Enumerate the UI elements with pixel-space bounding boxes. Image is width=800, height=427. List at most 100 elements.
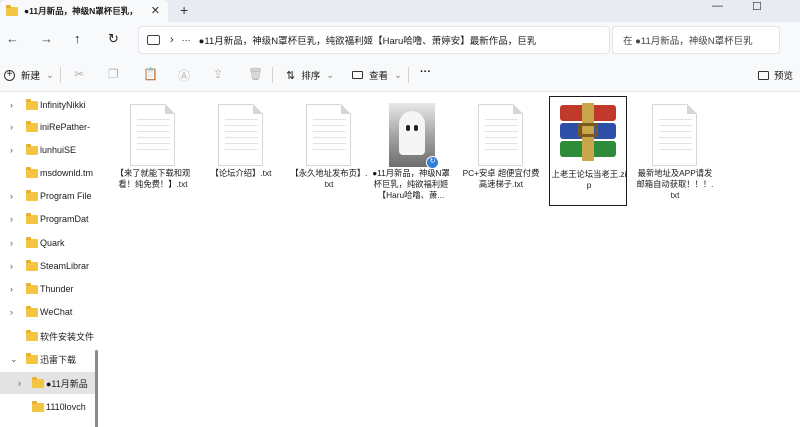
folder-icon (26, 143, 38, 155)
title-bar: ●11月新品，神级N罩杯巨乳， ✕ + — ☐ (0, 0, 800, 22)
more-options-button[interactable]: ··· (420, 66, 431, 78)
ghost-figure-icon (399, 111, 425, 155)
divider (408, 67, 409, 83)
folder-icon (26, 329, 38, 341)
sidebar-item-label: InfinityNikki (40, 100, 86, 110)
chevron-right-icon[interactable]: › (10, 261, 13, 271)
breadcrumb-more-button[interactable]: ··· (182, 35, 191, 45)
winrar-archive-icon (554, 101, 622, 161)
sidebar-item-label: Program File (40, 191, 92, 201)
new-tab-button[interactable]: + (180, 2, 188, 18)
tab-current-folder[interactable]: ●11月新品，神级N罩杯巨乳， ✕ (0, 0, 168, 22)
view-button[interactable]: 查看 ⌄ (352, 68, 402, 82)
file-item[interactable]: 【来了就能下载和观看！纯免费！】.txt (114, 96, 192, 206)
new-button[interactable]: + 新建 ⌄ (4, 68, 54, 82)
sidebar-item-current-folder[interactable]: › ●11月新品 (0, 372, 98, 394)
preview-pane-button[interactable]: 预览 (758, 68, 793, 82)
search-input[interactable]: 在 ●11月新品，神级N罩杯巨乳 (612, 26, 780, 54)
divider (60, 67, 61, 83)
chevron-right-icon[interactable]: › (10, 122, 13, 132)
breadcrumb-chevron-icon[interactable]: › (170, 34, 174, 46)
folder-icon (32, 376, 44, 388)
sidebar-item-programdata[interactable]: › ProgramDat (0, 208, 98, 230)
file-name: 【论坛介绍】.txt (210, 168, 272, 178)
file-item-selected[interactable]: 上老王论坛当老王.zip (549, 96, 627, 206)
chevron-right-icon[interactable]: › (10, 145, 13, 155)
rename-icon[interactable]: Ⓐ (178, 67, 190, 84)
file-name: 【来了就能下载和观看！纯免费！】.txt (115, 168, 191, 189)
chevron-down-icon: ⌄ (46, 69, 54, 81)
sidebar-item-label: 软件安装文件 (40, 331, 95, 342)
sort-label: 排序 (301, 71, 321, 82)
file-item[interactable]: PC+安卓 超便宜付费高速梯子.txt (462, 96, 540, 206)
sidebar-item-lunhuise[interactable]: › lunhuiSE (0, 139, 98, 161)
sidebar-item-label: lunhuiSE (40, 145, 77, 155)
tab-close-button[interactable]: ✕ (151, 4, 160, 17)
sidebar-item-label: msdownld.tm (40, 168, 94, 178)
preview-label: 预览 (774, 71, 794, 82)
back-button[interactable]: ← (6, 31, 19, 46)
chevron-right-icon[interactable]: › (10, 284, 13, 294)
maximize-button[interactable]: ☐ (752, 0, 762, 13)
sort-button[interactable]: ⇅ 排序 ⌄ (286, 68, 334, 83)
folder-icon (26, 282, 38, 294)
sidebar-item-label: Thunder (40, 284, 74, 294)
file-item[interactable]: 最新地址及APP请发邮箱自动获取！！！.txt (636, 96, 714, 206)
chevron-right-icon[interactable]: › (18, 378, 21, 388)
chevron-right-icon[interactable]: › (10, 214, 13, 224)
sidebar-item-thunder[interactable]: › Thunder (0, 278, 98, 300)
tab-title: ●11月新品，神级N罩杯巨乳， (24, 6, 138, 16)
sidebar-item-program-files[interactable]: › Program File (0, 185, 98, 207)
chevron-right-icon[interactable]: › (10, 238, 13, 248)
file-name: 上老王论坛当老王.zip (551, 169, 627, 190)
folder-icon (26, 166, 38, 178)
sort-icon: ⇅ (286, 69, 296, 82)
folder-icon (26, 259, 38, 271)
computer-icon (147, 35, 160, 45)
sidebar-item-wechat[interactable]: › WeChat (0, 301, 98, 323)
view-label: 查看 (369, 71, 389, 82)
chevron-right-icon[interactable]: › (10, 307, 13, 317)
sidebar-item-1110lovch[interactable]: 1110lovch (0, 396, 98, 418)
minimize-button[interactable]: — (712, 0, 723, 12)
chevron-right-icon[interactable]: › (10, 100, 13, 110)
sidebar-item-infinitynikki[interactable]: › InfinityNikki (0, 94, 98, 116)
folder-icon (26, 120, 38, 132)
sidebar-item-label: ●11月新品 (46, 378, 88, 389)
sidebar-item-inirepather[interactable]: › iniRePather- (0, 116, 98, 138)
refresh-button[interactable]: ↻ (108, 31, 119, 47)
file-list: 【来了就能下载和观看！纯免费！】.txt 【论坛介绍】.txt 【永久地址发布页… (100, 92, 800, 427)
sidebar-scrollbar[interactable] (95, 350, 98, 427)
share-icon[interactable]: ⇪ (213, 67, 223, 81)
sidebar-item-label: Quark (40, 238, 65, 248)
sidebar-item-label: WeChat (40, 307, 73, 317)
paste-icon[interactable]: 📋 (143, 67, 158, 81)
file-item[interactable]: 【论坛介绍】.txt (202, 96, 280, 206)
folder-thumbnail-image: ↻ (389, 103, 439, 169)
file-name: PC+安卓 超便宜付费高速梯子.txt (462, 168, 540, 189)
forward-button[interactable]: → (40, 31, 53, 46)
sidebar-item-steamlibrary[interactable]: › SteamLibrar (0, 255, 98, 277)
sidebar-item-xunlei-download[interactable]: ⌄ 迅雷下载 (0, 348, 98, 370)
sidebar-item-label: 1110lovch (46, 402, 86, 412)
address-bar[interactable]: › ··· ●11月新品，神级N罩杯巨乳，纯欲福利姬【Haru哈噜、萧婷安】最新… (138, 26, 610, 54)
sidebar-item-msdownld[interactable]: msdownld.tm (0, 162, 98, 184)
up-button[interactable]: ↑ (74, 31, 81, 46)
sidebar-item-quark[interactable]: › Quark (0, 232, 98, 254)
chevron-right-icon[interactable]: › (10, 191, 13, 201)
file-item[interactable]: ↻ ●11月新品，神级N罩杯巨乳，纯欲福利姬【Haru哈噜、萧... (372, 96, 450, 206)
sidebar-item-software-install[interactable]: 软件安装文件 (0, 325, 98, 347)
folder-icon (26, 98, 38, 110)
cut-icon[interactable]: ✂ (74, 67, 84, 81)
address-path: ●11月新品，神级N罩杯巨乳，纯欲福利姬【Haru哈噜、萧婷安】最新作品，巨乳 (198, 36, 537, 47)
view-icon (352, 71, 363, 79)
folder-icon (26, 352, 38, 364)
chevron-down-icon[interactable]: ⌄ (10, 354, 18, 365)
sidebar-item-label: ProgramDat (40, 214, 89, 224)
delete-icon[interactable]: 🗑 (248, 67, 263, 81)
file-name: ●11月新品，神级N罩杯巨乳，纯欲福利姬【Haru哈噜、萧... (372, 168, 450, 200)
copy-icon[interactable]: ❐ (108, 67, 119, 81)
text-file-icon (306, 104, 351, 166)
folder-icon (26, 189, 38, 201)
file-item[interactable]: 【永久地址发布页】.txt (290, 96, 368, 206)
